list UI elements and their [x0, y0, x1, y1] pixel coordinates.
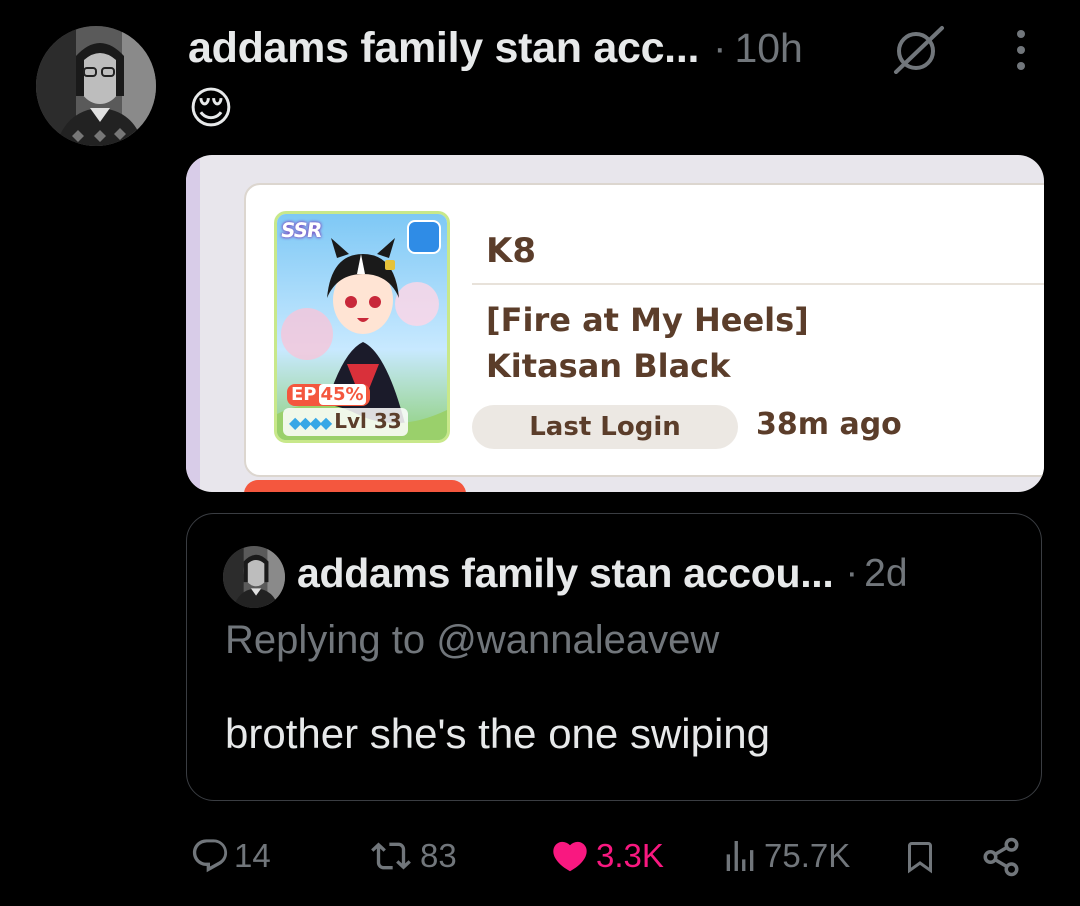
card-type-icon: [407, 220, 441, 254]
share-button[interactable]: [980, 836, 1022, 878]
ep-label: EP: [291, 384, 317, 405]
quote-avatar-image: [223, 546, 285, 608]
character-title: [Fire at My Heels] Kitasan Black: [486, 297, 809, 389]
character-title-line2: Kitasan Black: [486, 347, 731, 385]
quote-timestamp: 2d: [864, 551, 908, 595]
ep-value: 45%: [318, 384, 366, 405]
action-bar: 14 83 3.3K 75.7K: [0, 828, 1080, 888]
level-value: Lvl 33: [334, 409, 402, 433]
character-card: SSR EP 45% ◆◆◆◆ Lvl 33: [274, 211, 450, 443]
post-header: addams family stan acc... · 10h: [188, 18, 803, 78]
quote-header: addams family stan accou... · 2d: [297, 550, 908, 597]
reply-count: 14: [234, 837, 271, 874]
quote-text: brother she's the one swiping: [225, 710, 771, 757]
author-name[interactable]: addams family stan acc...: [188, 24, 699, 73]
repost-count: 83: [420, 837, 457, 874]
bookmark-button[interactable]: [902, 836, 938, 878]
views-button[interactable]: 75.7K: [720, 836, 850, 876]
last-login-value: 38m ago: [756, 407, 902, 442]
last-login-label: Last Login: [472, 405, 738, 449]
views-icon: [726, 841, 754, 871]
like-button[interactable]: 3.3K: [548, 836, 664, 876]
character-title-line1: [Fire at My Heels]: [486, 301, 809, 339]
repost-button[interactable]: 83: [366, 836, 457, 876]
heart-icon: [553, 841, 587, 872]
reply-button[interactable]: 14: [190, 836, 271, 876]
replying-to: Replying to @wannaleavew: [225, 618, 720, 662]
gem-icons: ◆◆◆◆: [289, 413, 332, 432]
more-vertical-icon[interactable]: [1010, 28, 1032, 72]
bookmark-icon: [908, 842, 932, 874]
grok-icon[interactable]: [892, 24, 946, 74]
image-border-strip: [186, 155, 200, 492]
reply-icon: [192, 839, 228, 873]
share-icon: [983, 837, 1019, 877]
ep-badge: EP 45%: [287, 384, 370, 406]
quote-author-name: addams family stan accou...: [297, 550, 834, 596]
quoted-post[interactable]: addams family stan accou... · 2d Replyin…: [186, 513, 1042, 801]
rarity-badge: SSR: [279, 218, 323, 242]
views-count: 75.7K: [764, 837, 851, 874]
quote-author-avatar: [223, 546, 285, 608]
divider: [472, 283, 1044, 285]
repost-icon: [371, 842, 411, 870]
level-badge: ◆◆◆◆ Lvl 33: [283, 408, 408, 436]
author-avatar[interactable]: [36, 26, 156, 146]
post-text: 😌: [188, 84, 234, 133]
post-image[interactable]: SSR EP 45% ◆◆◆◆ Lvl 33 K8 [Fire at My Heel…: [186, 155, 1044, 492]
avatar-image: [36, 26, 156, 146]
post-timestamp[interactable]: 10h: [734, 25, 802, 72]
like-count: 3.3K: [596, 837, 664, 874]
separator-dot: ·: [713, 25, 727, 70]
orange-tab: [244, 480, 466, 492]
trainer-name: K8: [486, 231, 537, 271]
quote-separator-dot: ·: [845, 552, 859, 594]
